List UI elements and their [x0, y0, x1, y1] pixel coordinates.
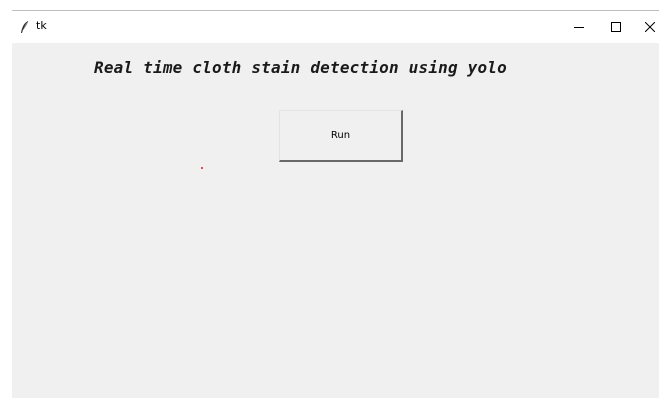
- minimize-icon: [574, 27, 584, 28]
- run-button[interactable]: Run: [279, 110, 403, 162]
- maximize-button[interactable]: [600, 11, 632, 43]
- stray-pixel: [201, 167, 203, 169]
- minimize-button[interactable]: [563, 11, 595, 43]
- close-button[interactable]: [634, 11, 659, 43]
- title-bar[interactable]: tk: [12, 10, 659, 43]
- app-window: tk Real time cloth stain detection using…: [12, 10, 659, 398]
- page-title: Real time cloth stain detection using yo…: [94, 58, 507, 77]
- maximize-icon: [611, 22, 621, 32]
- feather-icon: [21, 20, 29, 33]
- window-title: tk: [36, 19, 47, 32]
- close-icon: [645, 22, 655, 32]
